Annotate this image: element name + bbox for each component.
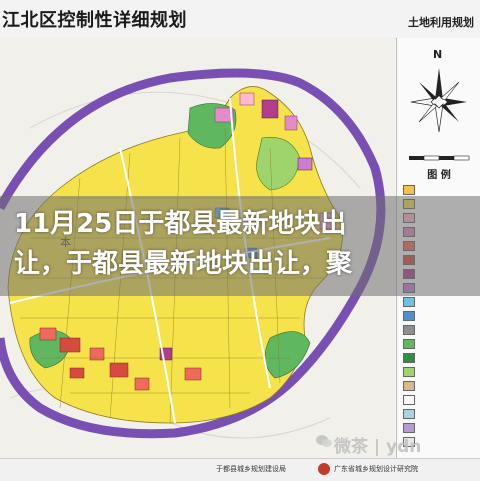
legend-item xyxy=(403,394,479,406)
legend-item xyxy=(403,380,479,392)
legend-swatch xyxy=(403,409,415,419)
scale-bar xyxy=(405,150,473,166)
legend-item xyxy=(403,408,479,420)
legend-item xyxy=(403,310,479,322)
headline-text: 11月25日于都县最新地块出 让，于都县最新地块出让，聚 xyxy=(14,209,353,279)
legend-item xyxy=(403,296,479,308)
map-header: 江北区控制性详细规划 土地利用规划 xyxy=(0,0,480,39)
legend-swatch xyxy=(403,367,415,377)
headline-banner: 11月25日于都县最新地块出 让，于都县最新地块出让，聚 xyxy=(0,196,480,296)
legend-swatch xyxy=(403,311,415,321)
watermark: 微茶 | ydn xyxy=(334,437,422,457)
map-title: 江北区控制性详细规划 xyxy=(2,10,187,31)
map-footer: 于都县城乡规划建设局 广东省城乡规划设计研究院 xyxy=(0,458,480,481)
scale-bar-drawing xyxy=(409,155,470,161)
north-arrow: N xyxy=(405,48,473,148)
legend-item xyxy=(403,366,479,378)
legend-swatch xyxy=(403,185,415,195)
legend-swatch xyxy=(403,339,415,349)
wechat-watermark-icon xyxy=(316,435,332,447)
legend-item xyxy=(403,352,479,364)
legend-item xyxy=(403,184,479,196)
footer-institute: 广东省城乡规划设计研究院 xyxy=(334,465,418,473)
legend-swatch xyxy=(403,381,415,391)
legend-item xyxy=(403,338,479,350)
legend-title: 图 例 xyxy=(427,170,451,181)
legend-swatch xyxy=(403,297,415,307)
compass-rose-icon xyxy=(410,68,467,133)
legend-item xyxy=(403,324,479,336)
footer-authority: 于都县城乡规划建设局 xyxy=(216,465,286,473)
map-subtitle: 土地利用规划 xyxy=(408,16,474,29)
institute-logo-icon xyxy=(318,463,330,475)
legend-swatch xyxy=(403,325,415,335)
legend-swatch xyxy=(403,395,415,405)
legend-swatch xyxy=(403,353,415,363)
